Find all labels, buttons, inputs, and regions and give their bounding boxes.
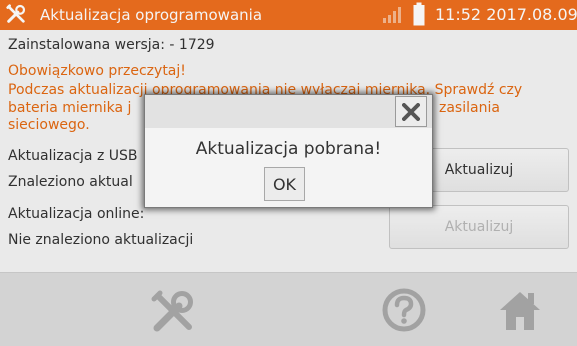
dialog-message: Aktualizacja pobrana! [195, 139, 382, 159]
close-icon [402, 102, 420, 121]
dialog-title-bar [145, 95, 432, 128]
ok-button[interactable]: OK [264, 167, 305, 201]
dialog-close-button[interactable] [395, 96, 427, 127]
modal-overlay: Aktualizacja pobrana! OK [0, 0, 577, 346]
update-downloaded-dialog: Aktualizacja pobrana! OK [144, 94, 433, 208]
